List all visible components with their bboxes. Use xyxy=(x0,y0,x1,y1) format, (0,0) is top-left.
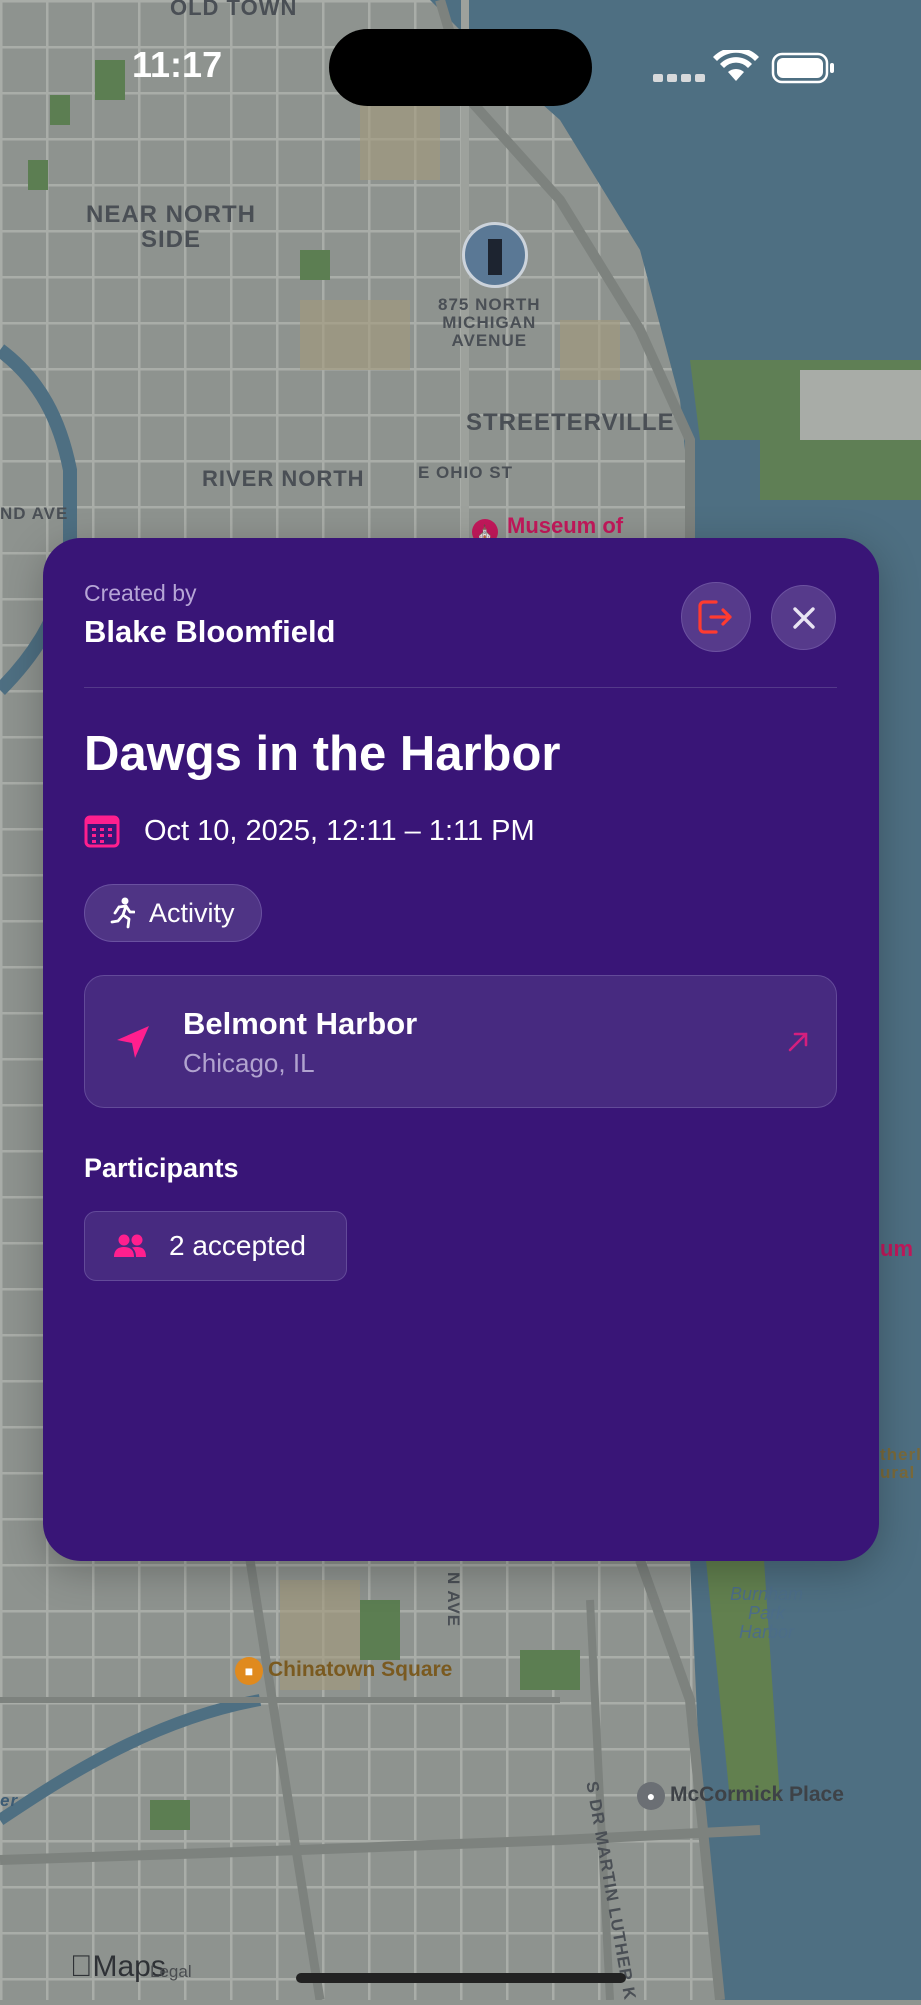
map-label-er-fragment: er xyxy=(0,1791,19,1810)
location-subtitle: Chicago, IL xyxy=(183,1048,315,1078)
map-label-mccormick-place: McCormick Place xyxy=(670,1783,844,1806)
close-icon xyxy=(792,606,815,629)
map-label-streeterville: STREETERVILLE xyxy=(466,409,675,436)
running-icon xyxy=(110,897,135,929)
location-arrow-icon xyxy=(117,1026,149,1058)
battery-icon xyxy=(771,52,834,84)
chinatown-icon[interactable]: ■ xyxy=(235,1657,263,1685)
map-label-museum-fragment: um xyxy=(880,1236,913,1261)
convention-center-icon[interactable]: ● xyxy=(637,1782,665,1810)
status-icons xyxy=(650,47,840,91)
event-title: Dawgs in the Harbor xyxy=(84,727,561,781)
landmark-photo-icon[interactable] xyxy=(462,222,528,288)
people-icon xyxy=(114,1234,146,1257)
participants-count: 2 accepted xyxy=(169,1230,306,1261)
map-label-burnham-park-harbor: Burnham Park Harbor xyxy=(730,1584,804,1642)
category-label: Activity xyxy=(149,897,235,928)
event-detail-card: Created by Blake Bloomfield Dawgs in the… xyxy=(43,538,879,1561)
home-indicator[interactable] xyxy=(296,1973,626,1983)
wifi-icon xyxy=(713,47,759,81)
event-datetime: Oct 10, 2025, 12:11 – 1:11 PM xyxy=(144,814,535,847)
location-card[interactable]: Belmont Harbor Chicago, IL xyxy=(84,975,837,1108)
participants-button[interactable]: 2 accepted xyxy=(84,1211,347,1281)
created-by-label: Created by xyxy=(84,580,197,606)
leave-event-button[interactable] xyxy=(681,582,751,652)
creator-name[interactable]: Blake Bloomfield xyxy=(84,614,336,650)
legal-link[interactable]: Legal xyxy=(150,1962,192,1982)
status-time: 11:17 xyxy=(132,44,223,85)
external-arrow-icon xyxy=(788,1032,808,1052)
map-label-near-north-side: NEAR NORTH SIDE xyxy=(86,201,256,254)
map-label-shedd-fragment: therl ural A xyxy=(880,1445,921,1482)
map-label-875-north-michigan: 875 NORTH MICHIGAN AVENUE xyxy=(438,295,541,350)
map-label-e-ohio-st: E OHIO ST xyxy=(418,463,513,482)
map-label-grand-ave: ND AVE xyxy=(0,504,69,523)
dynamic-island xyxy=(329,29,592,106)
participants-heading: Participants xyxy=(84,1153,239,1183)
map-label-n-ave: N AVE xyxy=(444,1572,463,1628)
close-button[interactable] xyxy=(771,585,836,650)
map-label-chinatown-square: Chinatown Square xyxy=(268,1658,453,1681)
event-datetime-row: Oct 10, 2025, 12:11 – 1:11 PM xyxy=(84,814,535,848)
map-label-old-town: OLD TOWN xyxy=(170,0,298,20)
header-divider xyxy=(84,687,837,688)
calendar-icon xyxy=(84,815,120,848)
tower-icon xyxy=(488,239,502,275)
map-label-river-north: RIVER NORTH xyxy=(202,466,365,491)
category-chip[interactable]: Activity xyxy=(84,884,262,942)
leave-icon xyxy=(698,600,732,634)
cellular-signal-icon xyxy=(653,74,705,82)
map-label-museum-of: Museum of xyxy=(507,513,624,538)
location-name: Belmont Harbor xyxy=(183,1006,418,1041)
